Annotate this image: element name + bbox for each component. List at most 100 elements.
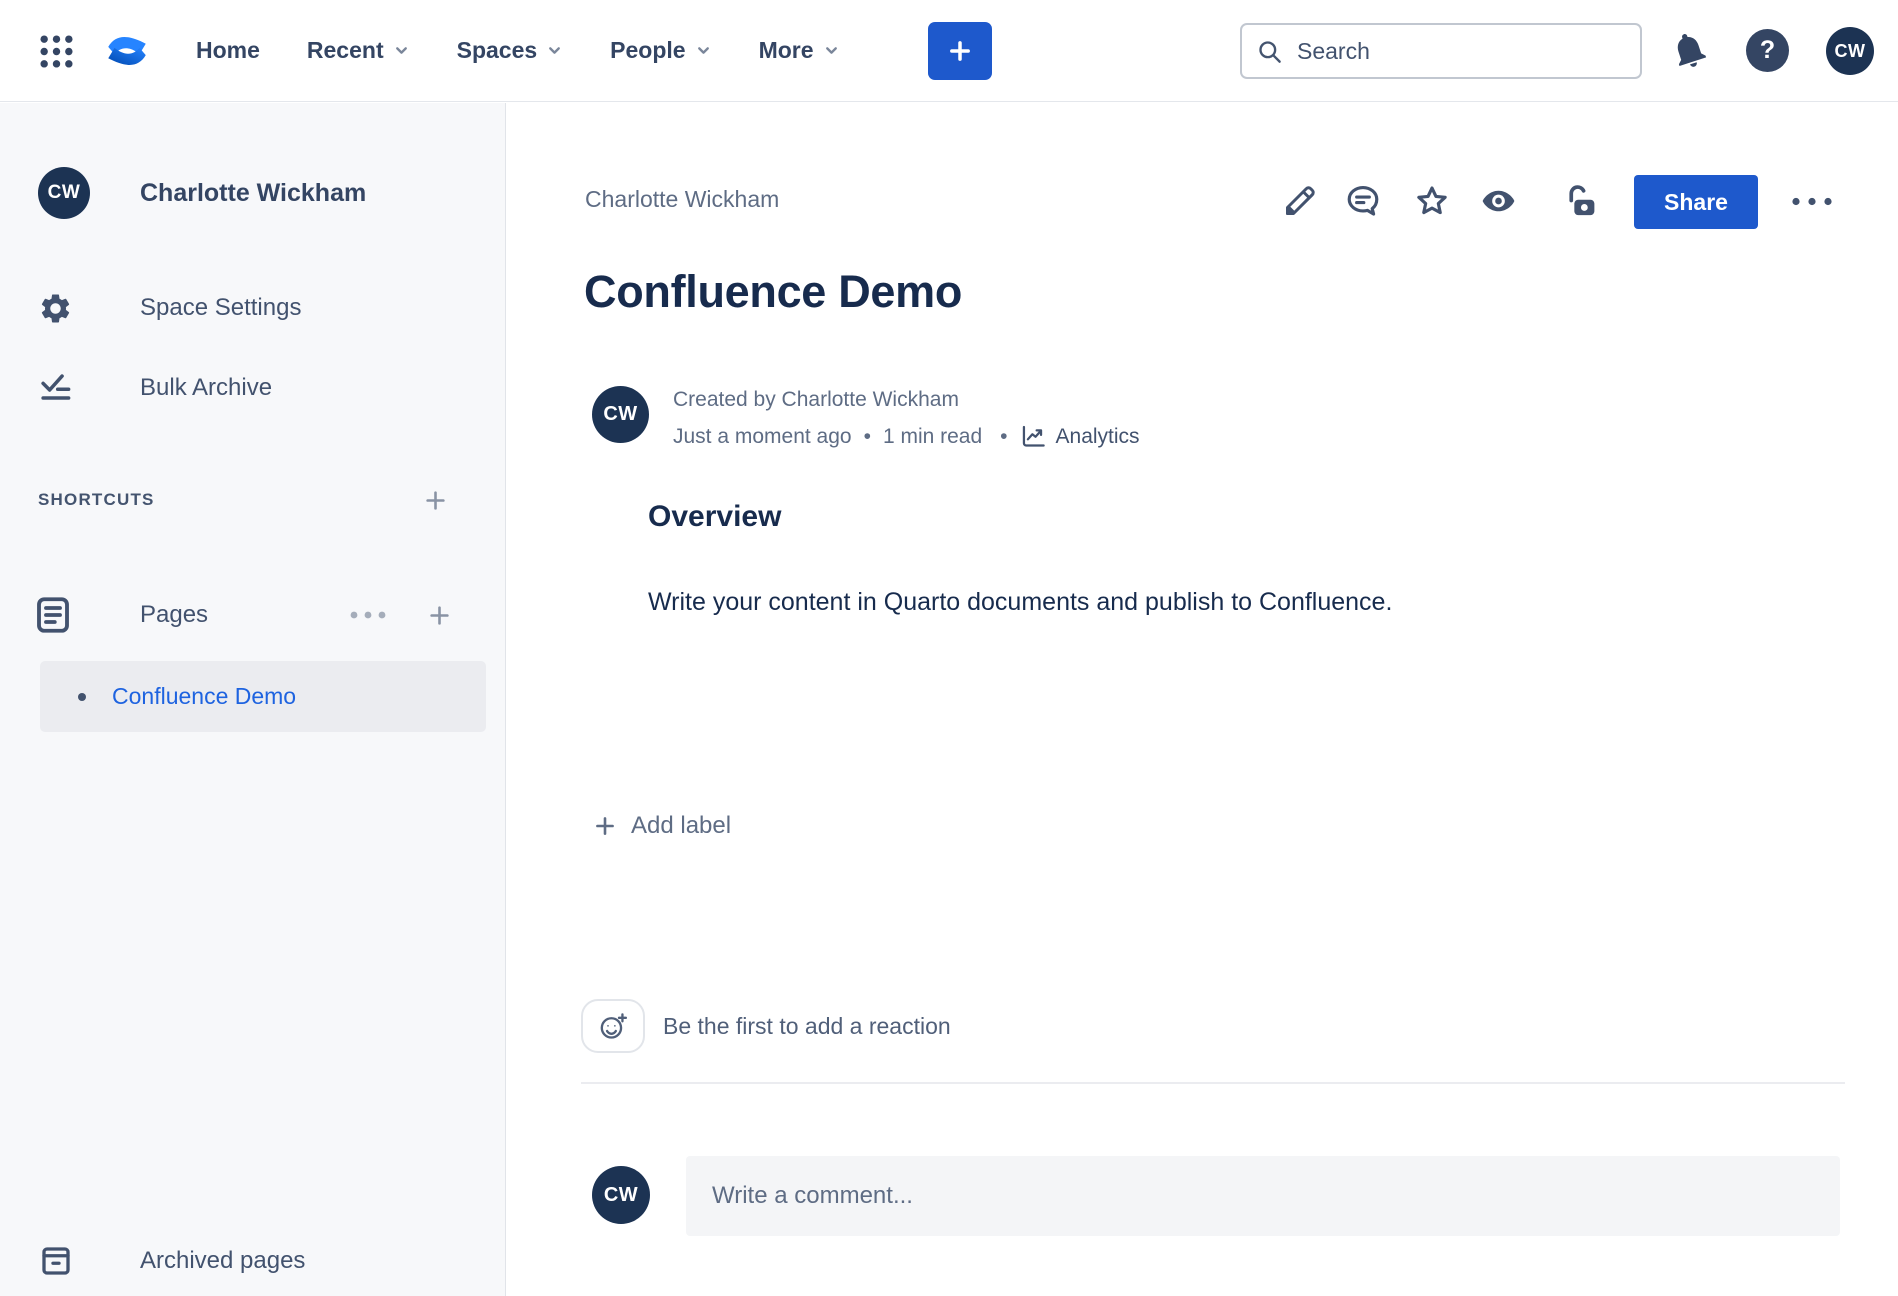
section-heading: Overview <box>648 500 781 534</box>
page-tree-item-label: Confluence Demo <box>112 683 296 710</box>
breadcrumb[interactable]: Charlotte Wickham <box>585 186 779 213</box>
question-mark-icon: ? <box>1760 36 1775 65</box>
nav-item-people[interactable]: People <box>610 37 711 64</box>
edit-button[interactable] <box>1283 182 1319 218</box>
add-label-button[interactable]: Add label <box>592 812 731 840</box>
analytics-link[interactable]: Analytics <box>1020 423 1140 450</box>
comments-button[interactable] <box>1344 182 1382 220</box>
confluence-logo-icon[interactable] <box>102 30 152 72</box>
bullet-icon <box>78 693 86 701</box>
add-page-button[interactable] <box>426 602 453 629</box>
sidebar-item-space-settings[interactable]: Space Settings <box>0 282 505 334</box>
page-icon <box>32 594 84 636</box>
sidebar-item-label: Archived pages <box>140 1247 305 1275</box>
nav-item-spaces[interactable]: Spaces <box>457 37 564 64</box>
shortcuts-heading: SHORTCUTS <box>38 490 422 510</box>
last-modified-text[interactable]: Just a moment ago <box>673 425 852 449</box>
section-divider <box>581 1082 1845 1084</box>
add-shortcut-button[interactable] <box>422 487 449 514</box>
nav-item-more[interactable]: More <box>759 37 840 64</box>
search-icon <box>1256 38 1283 65</box>
archive-box-icon <box>38 1243 90 1279</box>
chevron-down-icon <box>546 42 563 59</box>
ellipsis-icon <box>1789 195 1835 208</box>
sidebar-item-label: Bulk Archive <box>140 374 272 402</box>
sidebar-item-archived-pages[interactable]: Archived pages <box>0 1233 505 1289</box>
eye-icon <box>1478 182 1519 220</box>
create-button[interactable] <box>928 22 992 80</box>
unlock-icon <box>1562 182 1599 219</box>
space-header[interactable]: CW Charlotte Wickham <box>0 165 505 221</box>
plus-icon <box>946 37 974 65</box>
ellipsis-icon <box>348 609 388 621</box>
star-icon <box>1413 182 1451 220</box>
separator-dot: • <box>1000 425 1007 449</box>
avatar-initials: CW <box>604 1184 638 1207</box>
page-more-actions-button[interactable] <box>1789 195 1835 208</box>
app-switcher-button[interactable] <box>38 33 75 70</box>
notifications-button[interactable] <box>1668 28 1710 72</box>
comment-bubble-icon <box>1344 182 1382 220</box>
analytics-chart-icon <box>1020 423 1047 450</box>
shortcuts-section-header: SHORTCUTS <box>0 480 505 520</box>
nav-item-recent[interactable]: Recent <box>307 37 410 64</box>
body-paragraph: Write your content in Quarto documents a… <box>648 588 1392 617</box>
read-time-text: 1 min read <box>883 425 982 449</box>
top-navigation-bar: Home Recent Spaces People More <box>0 0 1898 102</box>
nav-item-label: Recent <box>307 37 384 64</box>
author-avatar[interactable]: CW <box>592 386 649 443</box>
separator-dot: • <box>864 425 871 449</box>
watch-button[interactable] <box>1478 182 1519 220</box>
page-title: Confluence Demo <box>584 266 962 318</box>
plus-icon <box>422 487 449 514</box>
created-by-text: Created by Charlotte Wickham <box>673 388 1140 412</box>
space-sidebar: CW Charlotte Wickham Space Settings Bulk… <box>0 103 506 1296</box>
pages-more-button[interactable] <box>348 609 388 621</box>
comment-section: CW <box>592 1156 1840 1236</box>
bell-icon <box>1668 28 1710 72</box>
share-button[interactable]: Share <box>1634 175 1758 229</box>
user-avatar[interactable]: CW <box>1826 27 1874 75</box>
sidebar-item-pages[interactable]: Pages <box>0 580 505 650</box>
restrictions-button[interactable] <box>1562 182 1599 219</box>
byline: CW Created by Charlotte Wickham Just a m… <box>592 386 1140 450</box>
share-button-label: Share <box>1664 189 1728 215</box>
comment-input-box[interactable] <box>686 1156 1840 1236</box>
plus-icon <box>426 602 453 629</box>
reactions-section: Be the first to add a reaction <box>581 999 951 1053</box>
chevron-down-icon <box>393 42 410 59</box>
favorite-button[interactable] <box>1413 182 1451 220</box>
space-avatar: CW <box>38 167 90 219</box>
nav-item-home[interactable]: Home <box>196 37 260 64</box>
bulk-archive-icon <box>38 371 90 406</box>
nav-item-label: More <box>759 37 814 64</box>
search-input[interactable] <box>1295 37 1626 66</box>
add-reaction-button[interactable] <box>581 999 645 1053</box>
add-label-text: Add label <box>631 812 731 840</box>
avatar-initials: CW <box>603 403 637 426</box>
emoji-add-icon <box>597 1010 630 1043</box>
help-button[interactable]: ? <box>1746 29 1789 72</box>
sidebar-item-label: Pages <box>140 601 348 629</box>
search-box[interactable] <box>1240 23 1642 79</box>
space-name: Charlotte Wickham <box>140 179 366 208</box>
nav-item-label: People <box>610 37 685 64</box>
app-grid-icon <box>38 33 75 70</box>
analytics-label: Analytics <box>1056 425 1140 449</box>
nav-item-label: Spaces <box>457 37 538 64</box>
nav-item-label: Home <box>196 37 260 64</box>
plus-icon <box>592 813 618 839</box>
commenter-avatar: CW <box>592 1166 650 1224</box>
chevron-down-icon <box>695 42 712 59</box>
reaction-prompt-text: Be the first to add a reaction <box>663 1013 951 1040</box>
primary-nav-menu: Home Recent Spaces People More <box>196 0 840 101</box>
gear-icon <box>38 291 90 326</box>
sidebar-item-bulk-archive[interactable]: Bulk Archive <box>0 362 505 414</box>
comment-input[interactable] <box>710 1181 1816 1211</box>
avatar-initials: CW <box>1835 41 1866 62</box>
avatar-initials: CW <box>48 182 81 204</box>
chevron-down-icon <box>823 42 840 59</box>
pencil-icon <box>1283 182 1319 218</box>
sidebar-item-label: Space Settings <box>140 294 301 322</box>
page-tree-item-confluence-demo[interactable]: Confluence Demo <box>40 661 486 732</box>
